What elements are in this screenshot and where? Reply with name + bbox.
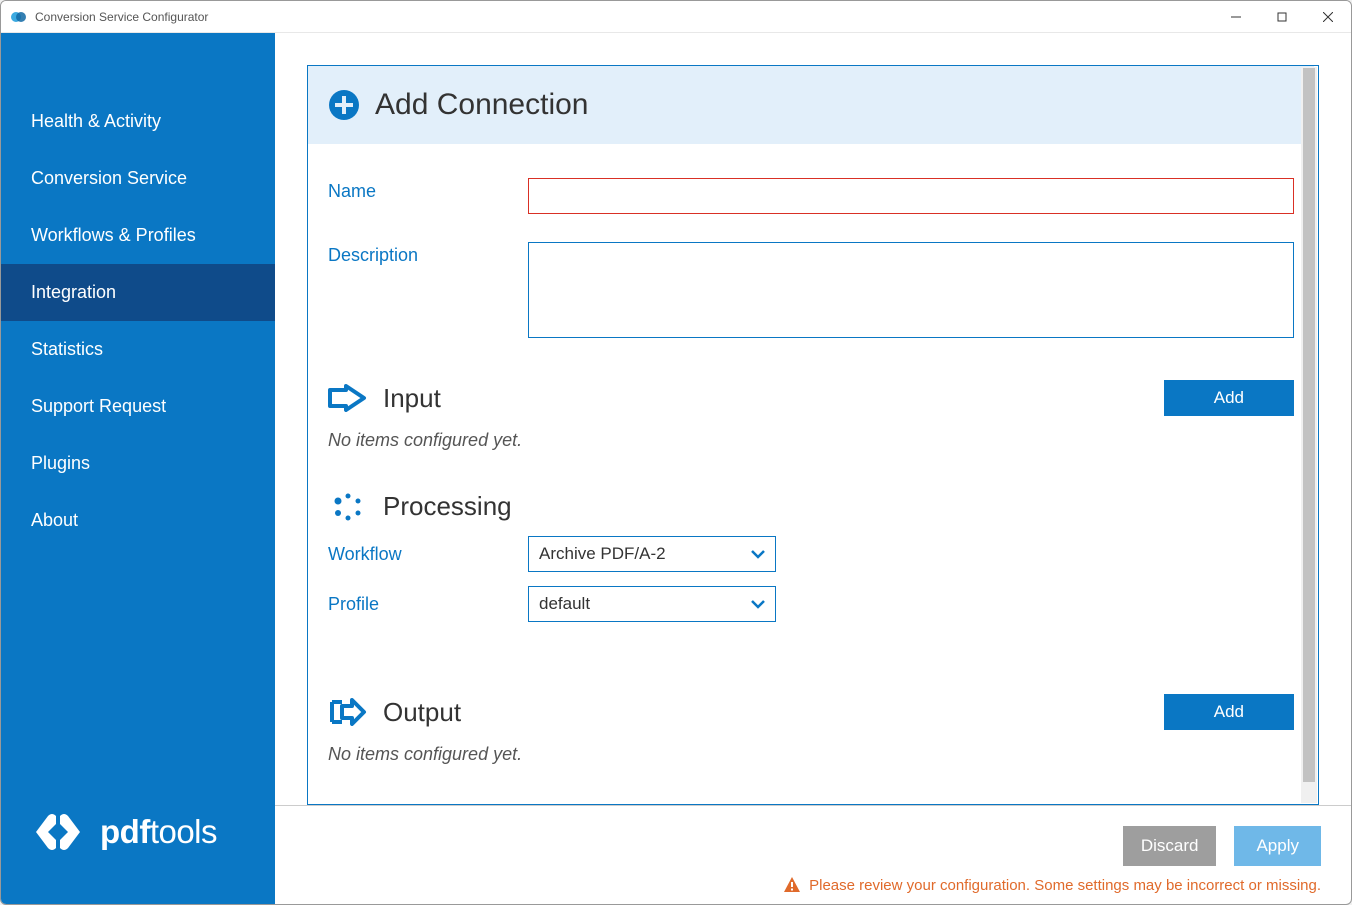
logo-icon — [26, 810, 88, 854]
workflow-value: Archive PDF/A-2 — [539, 544, 666, 564]
description-input[interactable] — [528, 242, 1294, 338]
footer: Discard Apply Please review your configu… — [275, 805, 1351, 904]
sidebar-item-plugins[interactable]: Plugins — [1, 435, 275, 492]
sidebar-item-about[interactable]: About — [1, 492, 275, 549]
warning-icon — [783, 876, 801, 894]
output-add-button[interactable]: Add — [1164, 694, 1294, 730]
chevron-down-icon — [751, 546, 765, 562]
add-circle-icon — [328, 89, 360, 121]
window-controls — [1213, 1, 1351, 32]
titlebar: Conversion Service Configurator — [1, 1, 1351, 33]
arrow-right-icon — [328, 384, 368, 412]
app-body: Health & Activity Conversion Service Wor… — [1, 33, 1351, 904]
input-title: Input — [383, 383, 441, 414]
input-add-button[interactable]: Add — [1164, 380, 1294, 416]
sidebar-item-statistics[interactable]: Statistics — [1, 321, 275, 378]
sidebar-item-conversion[interactable]: Conversion Service — [1, 150, 275, 207]
logo: pdftools — [1, 810, 275, 904]
output-empty-message: No items configured yet. — [328, 744, 1294, 765]
window-title: Conversion Service Configurator — [35, 10, 1213, 24]
workflow-label: Workflow — [328, 544, 528, 565]
scrollbar-thumb[interactable] — [1303, 68, 1315, 782]
sidebar-item-health[interactable]: Health & Activity — [1, 93, 275, 150]
description-label: Description — [328, 242, 528, 266]
app-icon — [11, 9, 27, 25]
profile-value: default — [539, 594, 590, 614]
close-button[interactable] — [1305, 1, 1351, 32]
panel-title: Add Connection — [375, 88, 589, 122]
discard-button[interactable]: Discard — [1123, 826, 1217, 866]
output-icon — [328, 698, 368, 726]
processing-section: Processing Workflow Archive PDF/A-2 — [308, 469, 1314, 654]
vertical-scrollbar[interactable] — [1301, 67, 1317, 803]
panel-header: Add Connection — [308, 66, 1314, 144]
input-empty-message: No items configured yet. — [328, 430, 1294, 451]
processing-icon — [328, 493, 368, 521]
sidebar-item-integration[interactable]: Integration — [1, 264, 275, 321]
name-label: Name — [328, 178, 528, 202]
apply-button[interactable]: Apply — [1234, 826, 1321, 866]
sidebar-item-support[interactable]: Support Request — [1, 378, 275, 435]
sidebar-item-workflows[interactable]: Workflows & Profiles — [1, 207, 275, 264]
output-section: Output Add No items configured yet. — [308, 654, 1314, 783]
panel: Add Connection Name Description — [307, 65, 1319, 805]
profile-select[interactable]: default — [528, 586, 776, 622]
chevron-down-icon — [751, 596, 765, 612]
sidebar: Health & Activity Conversion Service Wor… — [1, 33, 275, 904]
warning-message: Please review your configuration. Some s… — [809, 877, 1321, 894]
workflow-select[interactable]: Archive PDF/A-2 — [528, 536, 776, 572]
warning-row: Please review your configuration. Some s… — [783, 876, 1321, 894]
minimize-button[interactable] — [1213, 1, 1259, 32]
maximize-button[interactable] — [1259, 1, 1305, 32]
processing-title: Processing — [383, 491, 512, 522]
main-area: Add Connection Name Description — [275, 33, 1351, 904]
app-window: Conversion Service Configurator Health &… — [0, 0, 1352, 905]
logo-text: pdftools — [100, 813, 217, 851]
content-scroll: Add Connection Name Description — [275, 33, 1351, 805]
output-title: Output — [383, 697, 461, 728]
input-section: Input Add No items configured yet. — [308, 376, 1314, 469]
form-section: Name Description — [308, 144, 1314, 376]
profile-label: Profile — [328, 594, 528, 615]
name-input[interactable] — [528, 178, 1294, 214]
